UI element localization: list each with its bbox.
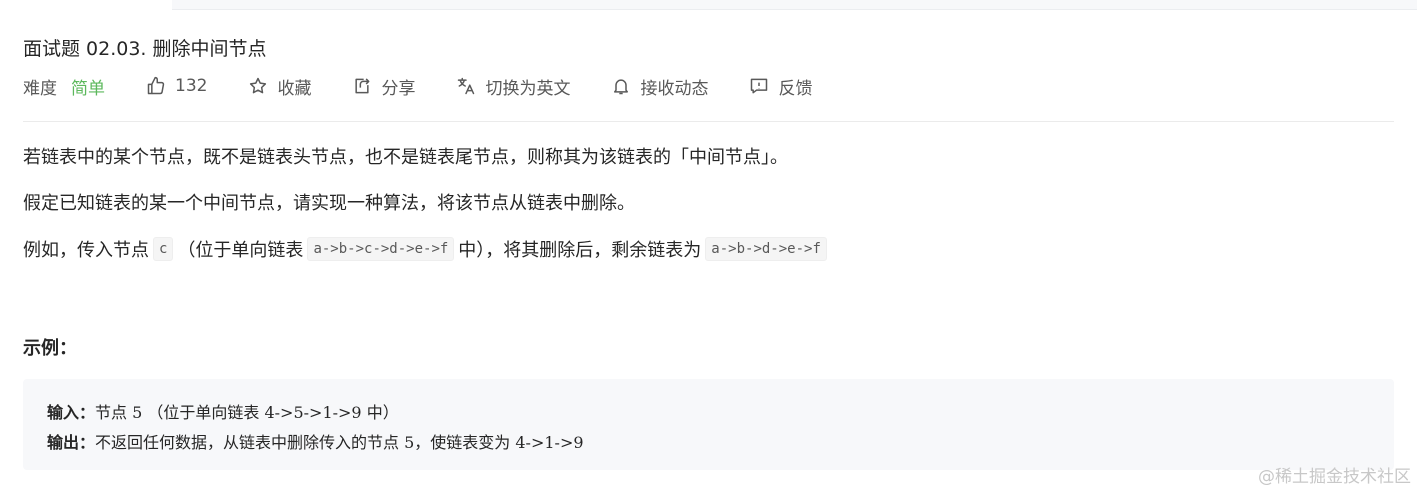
share-icon — [355, 78, 370, 94]
favorite-label: 收藏 — [277, 78, 312, 99]
switch-language-button[interactable]: 切换为英文 — [456, 74, 570, 99]
feedback-icon — [751, 78, 768, 94]
inline-code: a->b->d->e->f — [705, 237, 827, 261]
star-icon — [250, 77, 267, 94]
switch-language-label: 切换为英文 — [485, 78, 571, 99]
page-title: 面试题 02.03. 删除中间节点 — [23, 38, 267, 60]
share-button[interactable]: 分享 — [352, 74, 415, 99]
paragraph-text: 中），将其删除后，剩余链表为 — [458, 240, 702, 261]
example-output-text: 不返回任何数据，从链表中删除传入的节点 5，使链表变为 4->1->9 — [95, 433, 584, 452]
difficulty-label: 难度 — [23, 78, 57, 99]
description-paragraph-1: 若链表中的某个节点，既不是链表头节点，也不是链表尾节点，则称其为该链表的「中间节… — [23, 147, 788, 168]
subscribe-button[interactable]: 接收动态 — [611, 74, 708, 99]
difficulty-value: 简单 — [71, 78, 105, 99]
paragraph-text: （位于单向链表 — [177, 240, 304, 261]
example-output-line: 输出：不返回任何数据，从链表中删除传入的节点 5，使链表变为 4->1->9 — [47, 429, 584, 453]
favorite-button[interactable]: 收藏 — [248, 74, 311, 99]
feedback-button[interactable]: 反馈 — [749, 74, 812, 99]
inline-code: c — [153, 237, 174, 261]
example-input-label: 输入： — [47, 403, 96, 422]
problem-meta-bar: 难度 简单 132 收藏 分享 切换为英文 接收动态 反馈 — [23, 73, 853, 99]
translate-icon — [458, 77, 475, 95]
share-label: 分享 — [381, 78, 416, 99]
divider — [23, 121, 1394, 122]
like-count: 132 — [175, 76, 208, 96]
example-box: 输入：节点 5 （位于单向链表 4->5->1->9 中） 输出：不返回任何数据… — [23, 379, 1394, 470]
subscribe-label: 接收动态 — [640, 78, 709, 99]
example-input-text: 节点 5 （位于单向链表 4->5->1->9 中） — [95, 403, 399, 422]
top-bar — [172, 0, 1417, 10]
description-paragraph-3: 例如，传入节点 c （位于单向链表 a->b->c->d->e->f 中），将其… — [23, 236, 831, 262]
example-heading: 示例： — [23, 338, 77, 359]
feedback-label: 反馈 — [778, 78, 813, 99]
difficulty: 难度 简单 — [23, 74, 105, 99]
inline-code: a->b->c->d->e->f — [307, 237, 455, 261]
description-paragraph-2: 假定已知链表的某一个中间节点，请实现一种算法，将该节点从链表中删除。 — [23, 193, 635, 214]
bell-icon — [614, 79, 629, 95]
like-button[interactable]: 132 — [146, 76, 207, 96]
example-output-label: 输出： — [47, 433, 96, 452]
thumbs-up-icon — [147, 76, 165, 95]
watermark: @稀土掘金技术社区 — [1258, 467, 1411, 487]
example-input-line: 输入：节点 5 （位于单向链表 4->5->1->9 中） — [47, 399, 399, 423]
paragraph-text: 例如，传入节点 — [23, 240, 149, 261]
